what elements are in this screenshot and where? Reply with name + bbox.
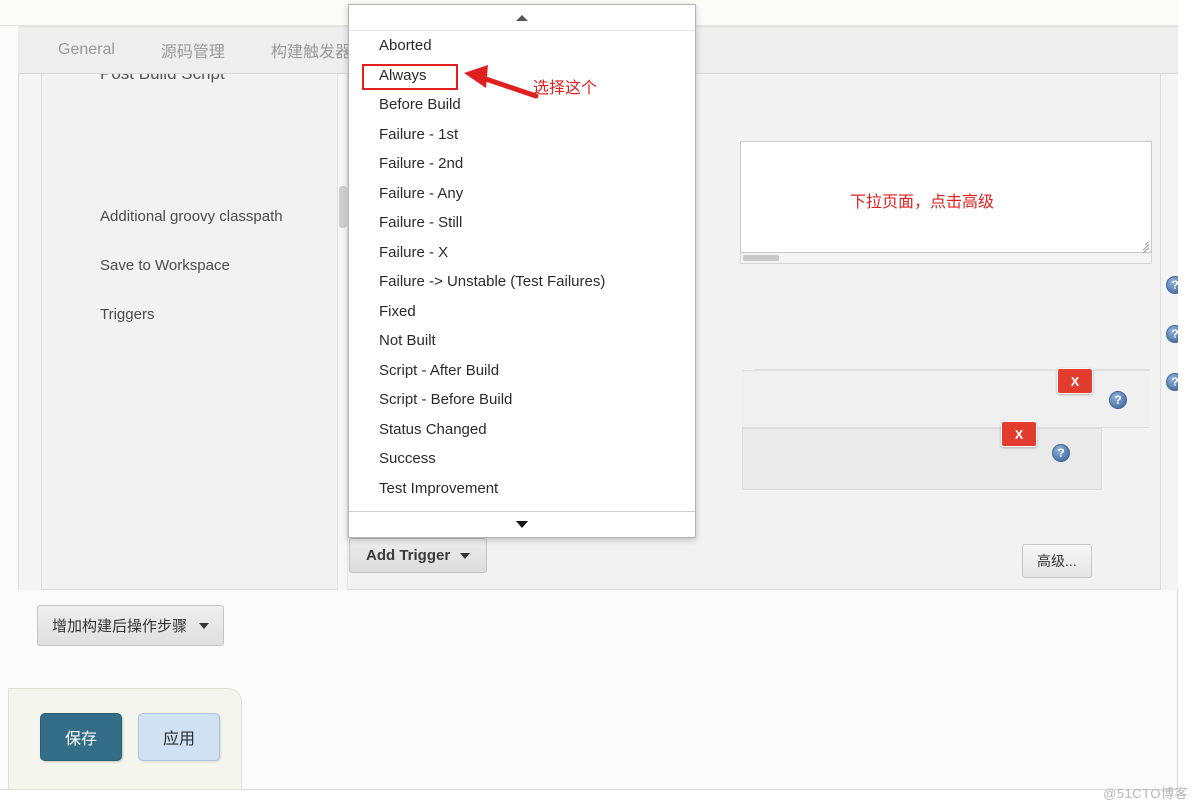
dropdown-item[interactable]: Failure - Any <box>349 179 695 209</box>
add-post-build-step-label: 增加构建后操作步骤 <box>52 618 188 635</box>
help-icon-4[interactable]: ? <box>1109 391 1127 409</box>
inner-panel-scrollbar[interactable] <box>337 74 348 590</box>
help-icon-1[interactable]: ? <box>1166 276 1178 294</box>
add-post-build-step-button[interactable]: 增加构建后操作步骤 <box>37 605 225 646</box>
add-trigger-label: Add Trigger <box>366 547 451 564</box>
dropdown-scroll-down[interactable] <box>349 511 695 537</box>
post-build-script-heading: Post Build Script <box>100 74 225 84</box>
dropdown-item[interactable]: Success <box>349 444 695 474</box>
label-save-to-workspace: Save to Workspace <box>100 257 230 274</box>
script-textarea-hscrollbar[interactable] <box>740 253 1152 264</box>
annotation-arrow-icon <box>464 65 539 99</box>
tab-source-code-management[interactable]: 源码管理 <box>149 38 237 62</box>
dropdown-item[interactable]: Aborted <box>349 31 695 61</box>
label-triggers: Triggers <box>100 306 155 323</box>
add-trigger-button[interactable]: Add Trigger <box>349 538 488 573</box>
form-action-bar: 保存 应用 <box>8 688 242 790</box>
dropdown-item[interactable]: Not Built <box>349 326 695 356</box>
caret-down-icon <box>516 521 528 528</box>
dropdown-item[interactable]: Failure - 2nd <box>349 149 695 179</box>
chevron-down-icon <box>199 622 210 629</box>
dropdown-item[interactable]: Failure -> Unstable (Test Failures) <box>349 267 695 297</box>
delete-button-1[interactable]: X <box>1057 368 1093 394</box>
dropdown-item[interactable]: Failure - X <box>349 238 695 268</box>
dropdown-item[interactable]: Failure - Still <box>349 208 695 238</box>
dropdown-scroll-up[interactable] <box>349 5 695 31</box>
annotation-scroll-and-click-advanced: 下拉页面，点击高级 <box>850 194 995 211</box>
watermark: @51CTO博客 <box>1103 786 1188 801</box>
dropdown-item[interactable]: Script - After Build <box>349 356 695 386</box>
dropdown-item[interactable]: Status Changed <box>349 415 695 445</box>
resize-handle-icon[interactable] <box>1136 237 1149 256</box>
help-icon-3[interactable]: ? <box>1166 373 1178 391</box>
annotation-select-this: 选择这个 <box>533 80 598 97</box>
caret-up-icon <box>516 14 528 21</box>
field-block-triggers <box>742 428 1102 490</box>
screenshot-root: General 源码管理 构建触发器 Post Build Script Add… <box>0 0 1196 808</box>
scrollbar-thumb[interactable] <box>339 186 347 228</box>
help-icon-2[interactable]: ? <box>1166 325 1178 343</box>
advanced-button[interactable]: 高级... <box>1022 544 1092 578</box>
apply-button[interactable]: 应用 <box>138 713 220 761</box>
scrollbar-thumb[interactable] <box>743 255 779 261</box>
dropdown-item[interactable]: Failure - 1st <box>349 120 695 150</box>
chevron-down-icon <box>460 552 471 559</box>
dropdown-item[interactable]: Script - Before Build <box>349 385 695 415</box>
help-icon-5[interactable]: ? <box>1052 444 1070 462</box>
dropdown-item[interactable]: Fixed <box>349 297 695 327</box>
label-additional-groovy-classpath: Additional groovy classpath <box>100 208 283 225</box>
dropdown-item[interactable]: Test Improvement <box>349 474 695 504</box>
field-block-groovy-classpath <box>754 270 1150 370</box>
tab-general[interactable]: General <box>46 41 127 59</box>
save-button[interactable]: 保存 <box>40 713 122 761</box>
delete-button-2[interactable]: X <box>1001 421 1037 447</box>
